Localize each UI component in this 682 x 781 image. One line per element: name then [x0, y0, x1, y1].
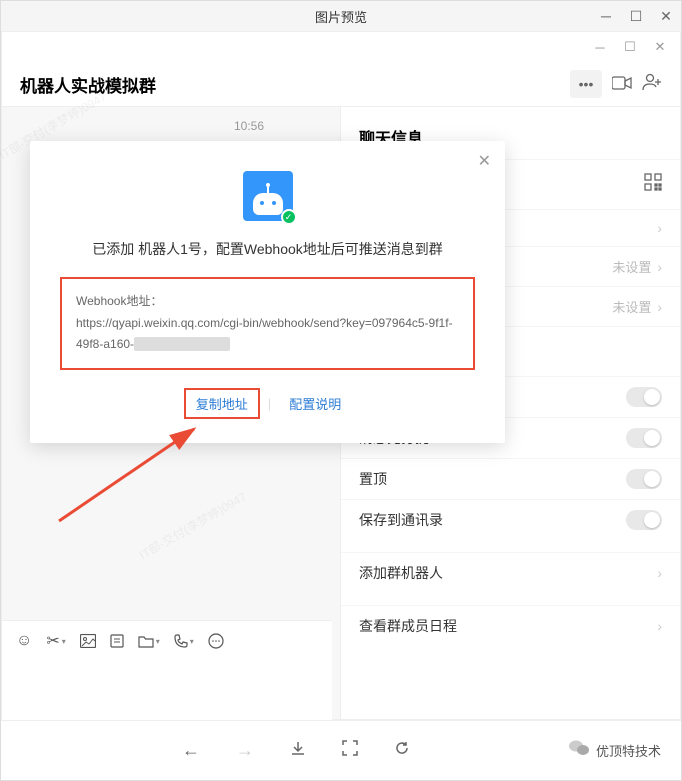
- webhook-url: https://qyapi.weixin.qq.com/cgi-bin/webh…: [76, 313, 459, 356]
- check-badge-icon: ✓: [281, 209, 297, 225]
- chevron-right-icon: ›: [657, 220, 662, 236]
- close-button[interactable]: ✕: [651, 1, 681, 31]
- side-row-schedule[interactable]: 查看群成员日程›: [341, 605, 680, 646]
- inner-maximize-button[interactable]: ☐: [615, 32, 645, 62]
- chevron-right-icon: ›: [657, 618, 662, 634]
- minimize-button[interactable]: ─: [591, 1, 621, 31]
- preview-titlebar: 图片预览 ─ ☐ ✕: [1, 1, 681, 31]
- config-help-link[interactable]: 配置说明: [279, 390, 351, 417]
- download-icon[interactable]: [290, 740, 306, 761]
- forward-icon[interactable]: →: [236, 740, 254, 761]
- close-icon[interactable]: ✕: [478, 151, 491, 171]
- video-icon[interactable]: [612, 74, 632, 95]
- chevron-right-icon: ›: [657, 259, 662, 275]
- side-row-top[interactable]: 置顶: [341, 458, 680, 499]
- chevron-right-icon: ›: [657, 299, 662, 315]
- side-row-save[interactable]: 保存到通讯录: [341, 499, 680, 540]
- more-icon[interactable]: [208, 633, 224, 649]
- toggle[interactable]: [626, 387, 662, 407]
- refresh-icon[interactable]: [394, 740, 410, 761]
- phone-icon[interactable]: ▾: [174, 634, 194, 648]
- preview-title: 图片预览: [315, 7, 367, 26]
- image-icon[interactable]: [80, 634, 96, 648]
- webhook-modal: ✕ ✓ 已添加 机器人1号，配置Webhook地址后可推送消息到群 Webhoo…: [30, 141, 505, 443]
- chat-header: 机器人实战模拟群 •••: [2, 62, 680, 107]
- emoji-icon[interactable]: ☺: [16, 632, 32, 650]
- fullscreen-icon[interactable]: [342, 740, 358, 761]
- toggle[interactable]: [626, 510, 662, 530]
- file-icon[interactable]: [110, 634, 124, 648]
- robot-avatar: ✓: [243, 171, 293, 221]
- chevron-right-icon: ›: [657, 565, 662, 581]
- maximize-button[interactable]: ☐: [621, 1, 651, 31]
- modal-message: 已添加 机器人1号，配置Webhook地址后可推送消息到群: [50, 239, 485, 259]
- toggle[interactable]: [626, 469, 662, 489]
- toggle[interactable]: [626, 428, 662, 448]
- copy-url-button[interactable]: 复制地址: [184, 388, 260, 419]
- folder-icon[interactable]: ▾: [138, 635, 160, 648]
- scissors-icon[interactable]: ✂▾: [46, 631, 65, 651]
- webhook-box: Webhook地址： https://qyapi.weixin.qq.com/c…: [60, 277, 475, 370]
- watermark: IT部-交付(李梦婷)0947: [136, 488, 250, 563]
- brand: 优顶特技术: [568, 739, 661, 762]
- add-member-icon[interactable]: [642, 73, 662, 96]
- more-icon[interactable]: •••: [570, 70, 602, 98]
- wechat-icon: [568, 739, 590, 762]
- qr-icon: [644, 173, 662, 196]
- inner-close-button[interactable]: ✕: [645, 32, 675, 62]
- input-area[interactable]: ☺ ✂▾ ▾ ▾: [2, 620, 332, 720]
- bottom-bar: ← → 优顶特技术: [1, 720, 681, 780]
- back-icon[interactable]: ←: [182, 740, 200, 761]
- timestamp: 10:56: [2, 107, 340, 145]
- chat-title: 机器人实战模拟群: [20, 72, 156, 97]
- inner-minimize-button[interactable]: ─: [585, 32, 615, 62]
- webhook-label: Webhook地址：: [76, 291, 459, 313]
- side-row-addbot[interactable]: 添加群机器人›: [341, 552, 680, 593]
